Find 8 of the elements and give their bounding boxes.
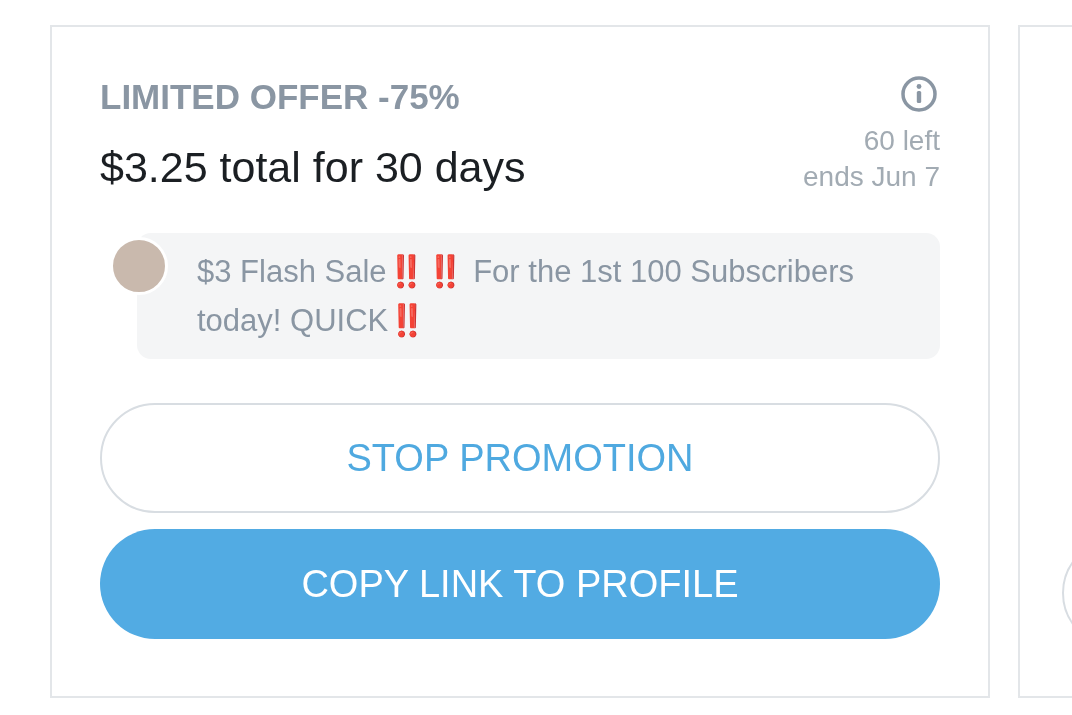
stop-promotion-button[interactable]: STOP PROMOTION [100,403,940,513]
promo-message: $3 Flash Sale‼‼ For the 1st 100 Subscribers today! QUICK‼ [137,233,940,359]
info-icon[interactable] [900,75,938,113]
remaining-count: 60 left [863,124,940,158]
end-date: ends Jun 7 [803,160,940,194]
copy-link-button[interactable]: COPY LINK TO PROFILE [100,529,940,639]
offer-price: $3.25 total for 30 days [100,142,526,193]
offer-title: LIMITED OFFER -75% [100,76,460,118]
